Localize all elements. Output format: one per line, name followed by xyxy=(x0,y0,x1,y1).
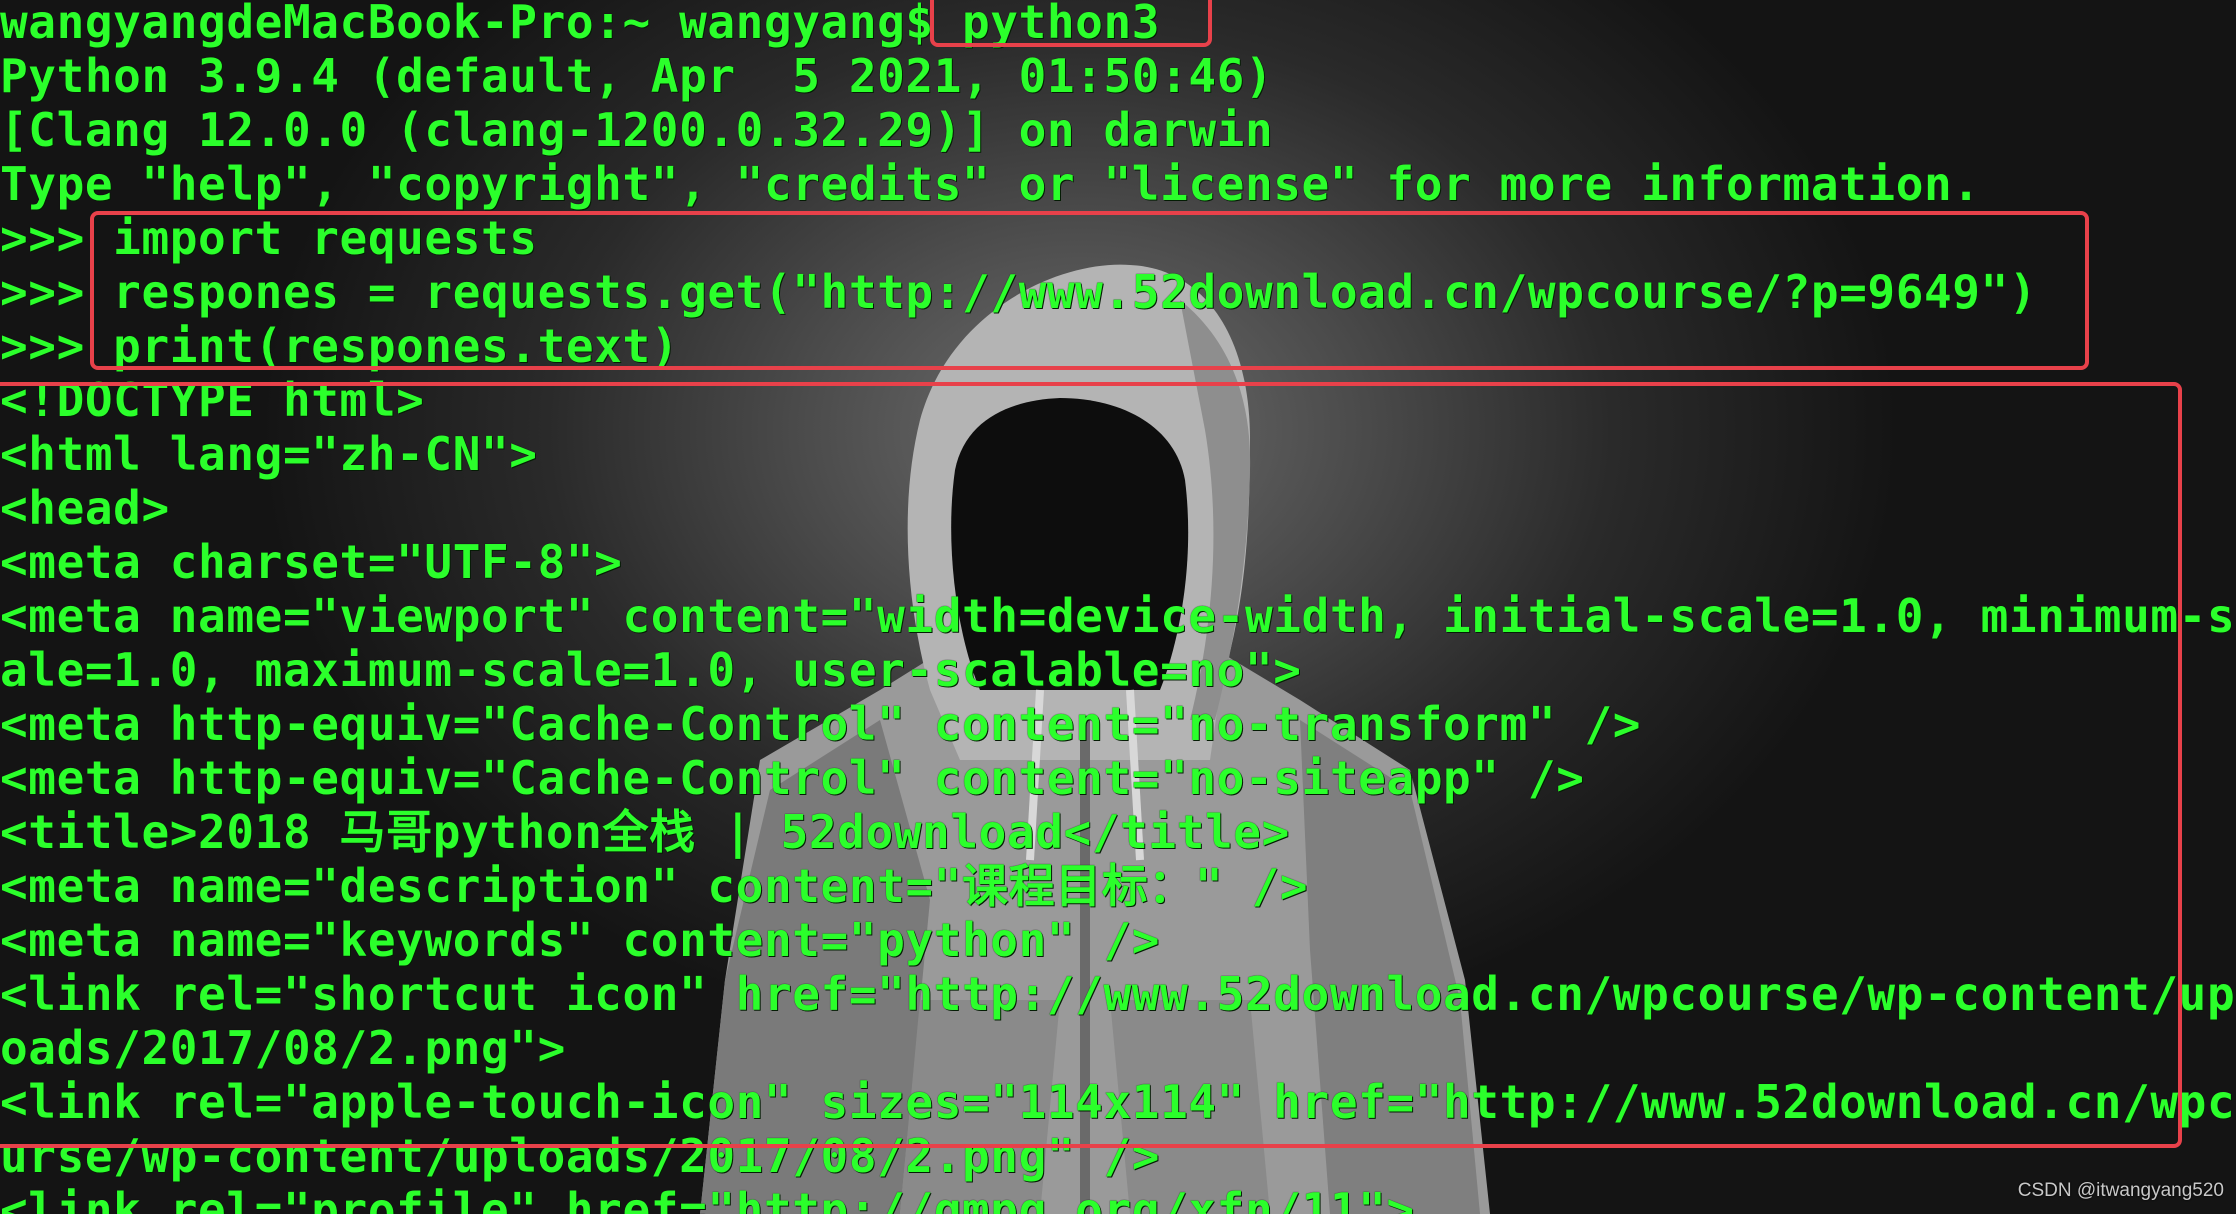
python-help-line: Type "help", "copyright", "credits" or "… xyxy=(0,157,1981,211)
watermark: CSDN @itwangyang520 xyxy=(2017,1180,2224,1201)
html-output-line: <link rel="profile" href="http://gmpg.or… xyxy=(0,1183,1415,1214)
python-version-line: Python 3.9.4 (default, Apr 5 2021, 01:50… xyxy=(0,49,1274,103)
code-highlight-box xyxy=(90,211,2089,370)
python-build-line: [Clang 12.0.0 (clang-1200.0.32.29)] on d… xyxy=(0,103,1274,157)
command-highlight-box xyxy=(930,0,1212,47)
terminal-window[interactable]: wangyangdeMacBook-Pro:~ wangyang$ python… xyxy=(0,0,2236,1214)
output-highlight-box xyxy=(0,382,2182,1148)
